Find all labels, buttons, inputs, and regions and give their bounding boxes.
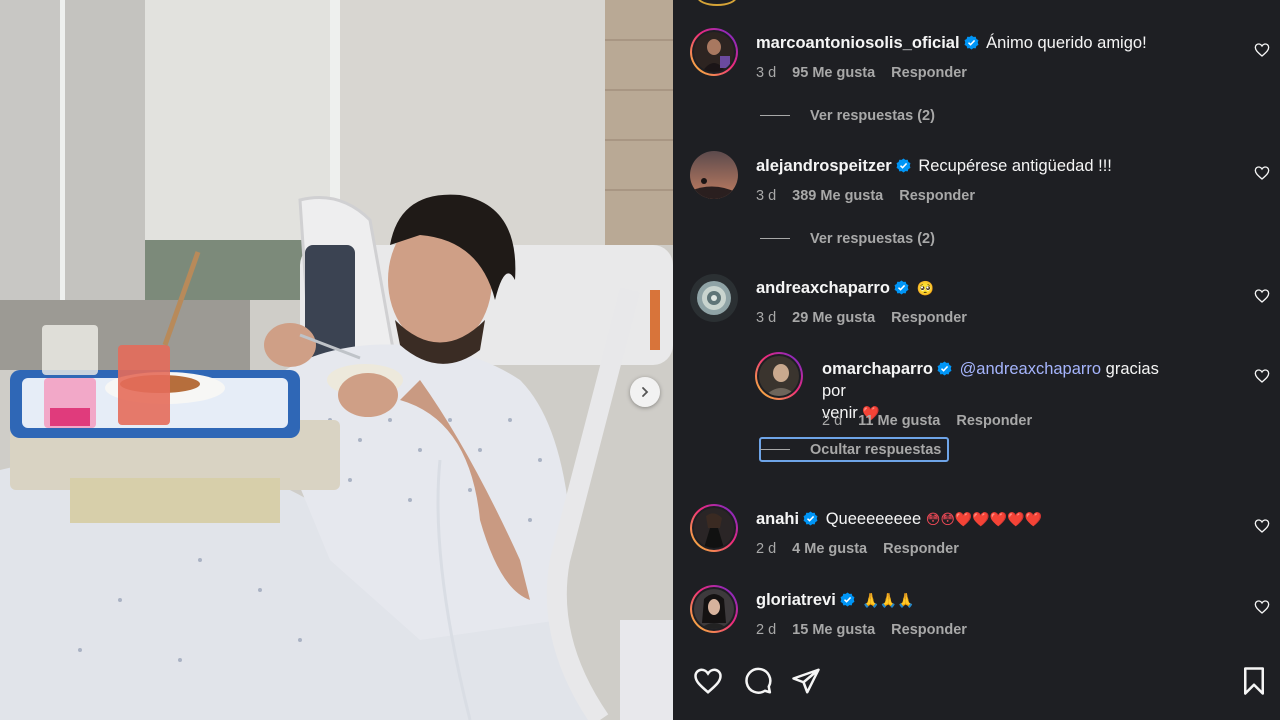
comment-time: 3 d bbox=[756, 188, 777, 204]
reply-username[interactable]: omarchaparro bbox=[822, 360, 933, 378]
share-icon[interactable] bbox=[791, 666, 821, 696]
comment-time: 2 d bbox=[756, 622, 777, 638]
heart-icon[interactable] bbox=[693, 666, 723, 696]
avatar[interactable] bbox=[690, 504, 738, 552]
reply-time: 2 d bbox=[822, 413, 843, 429]
comment-likes[interactable]: 4 Me gusta bbox=[792, 541, 867, 557]
comments-panel: marcoantoniosolis_oficial Ánimo querido … bbox=[673, 0, 1280, 720]
reply-button[interactable]: Responder bbox=[891, 310, 967, 326]
verified-badge-icon bbox=[894, 280, 909, 295]
like-comment-icon[interactable] bbox=[1254, 599, 1270, 615]
comment-text: 🙏🙏🙏 bbox=[862, 593, 915, 609]
comment-text: Ánimo querido amigo! bbox=[986, 34, 1147, 52]
like-comment-icon[interactable] bbox=[1254, 518, 1270, 534]
avatar[interactable] bbox=[690, 585, 738, 633]
post-photo bbox=[0, 0, 673, 720]
comment-meta: 2 d 15 Me gusta Responder bbox=[756, 622, 983, 638]
reply-likes[interactable]: 11 Me gusta bbox=[858, 413, 940, 429]
comment-line: anahi Queeeeeeee 😳😳❤️❤️❤️❤️❤️ bbox=[756, 508, 1042, 531]
comment-username[interactable]: andreaxchaparro bbox=[756, 279, 890, 297]
post-action-bar bbox=[673, 660, 1280, 700]
bookmark-icon[interactable] bbox=[1239, 666, 1269, 696]
verified-badge-icon bbox=[803, 511, 818, 526]
verified-badge-icon bbox=[840, 592, 855, 607]
reply-meta: 2 d 11 Me gusta Responder bbox=[822, 413, 1048, 429]
comment-username[interactable]: gloriatrevi bbox=[756, 591, 836, 609]
comment-line: marcoantoniosolis_oficial Ánimo querido … bbox=[756, 32, 1147, 54]
comment-line: alejandrospeitzer Recupérese antigüedad … bbox=[756, 155, 1112, 177]
comment-username[interactable]: anahi bbox=[756, 510, 799, 528]
hide-replies-button[interactable]: Ocultar respuestas bbox=[760, 442, 941, 458]
reply-avatar[interactable] bbox=[755, 352, 803, 400]
comment-username[interactable]: marcoantoniosolis_oficial bbox=[756, 34, 960, 52]
chevron-right-icon bbox=[642, 387, 649, 397]
comment-emojis: 😳😳❤️❤️❤️❤️❤️ bbox=[925, 512, 1043, 528]
reply-button[interactable]: Responder bbox=[883, 541, 959, 557]
avatar[interactable] bbox=[690, 28, 738, 76]
comment-meta: 3 d 389 Me gusta Responder bbox=[756, 188, 991, 204]
comment-time: 2 d bbox=[756, 541, 777, 557]
comment-username[interactable]: alejandrospeitzer bbox=[756, 157, 892, 175]
avatar[interactable] bbox=[690, 151, 738, 199]
comment-meta: 3 d 29 Me gusta Responder bbox=[756, 310, 983, 326]
next-photo-button[interactable] bbox=[630, 377, 660, 407]
comment-likes[interactable]: 15 Me gusta bbox=[792, 622, 875, 638]
like-comment-icon[interactable] bbox=[1254, 165, 1270, 181]
like-reply-icon[interactable] bbox=[1254, 368, 1270, 384]
comment-likes[interactable]: 95 Me gusta bbox=[792, 65, 875, 81]
reply-mention[interactable]: @andreaxchaparro bbox=[960, 360, 1102, 378]
comment-text: 🥺 bbox=[916, 281, 934, 297]
comment-meta: 3 d 95 Me gusta Responder bbox=[756, 65, 983, 81]
comment-time: 3 d bbox=[756, 310, 777, 326]
reply-button[interactable]: Responder bbox=[891, 65, 967, 81]
comment-icon[interactable] bbox=[743, 666, 773, 696]
comment-text: Recupérese antigüedad !!! bbox=[918, 157, 1112, 175]
comment-meta: 2 d 4 Me gusta Responder bbox=[756, 541, 975, 557]
comment-line: andreaxchaparro 🥺 bbox=[756, 277, 934, 300]
comment-likes[interactable]: 389 Me gusta bbox=[792, 188, 883, 204]
view-replies-label: Ver respuestas (2) bbox=[810, 231, 935, 247]
avatar-ring-partial bbox=[697, 0, 737, 6]
view-replies-button[interactable]: Ver respuestas (2) bbox=[760, 231, 935, 247]
comment-likes[interactable]: 29 Me gusta bbox=[792, 310, 875, 326]
avatar[interactable] bbox=[690, 274, 738, 322]
verified-badge-icon bbox=[937, 361, 952, 376]
reply-reply-button[interactable]: Responder bbox=[956, 413, 1032, 429]
verified-badge-icon bbox=[896, 158, 911, 173]
comment-text: Queeeeeeee bbox=[825, 510, 922, 528]
like-comment-icon[interactable] bbox=[1254, 288, 1270, 304]
hospital-photo bbox=[0, 0, 673, 720]
view-replies-label: Ver respuestas (2) bbox=[810, 108, 935, 124]
comment-line: gloriatrevi 🙏🙏🙏 bbox=[756, 589, 915, 612]
hide-replies-label: Ocultar respuestas bbox=[810, 442, 942, 458]
reply-button[interactable]: Responder bbox=[891, 622, 967, 638]
view-replies-button[interactable]: Ver respuestas (2) bbox=[760, 108, 935, 124]
reply-button[interactable]: Responder bbox=[899, 188, 975, 204]
comment-time: 3 d bbox=[756, 65, 777, 81]
verified-badge-icon bbox=[964, 35, 978, 50]
like-comment-icon[interactable] bbox=[1254, 42, 1270, 58]
